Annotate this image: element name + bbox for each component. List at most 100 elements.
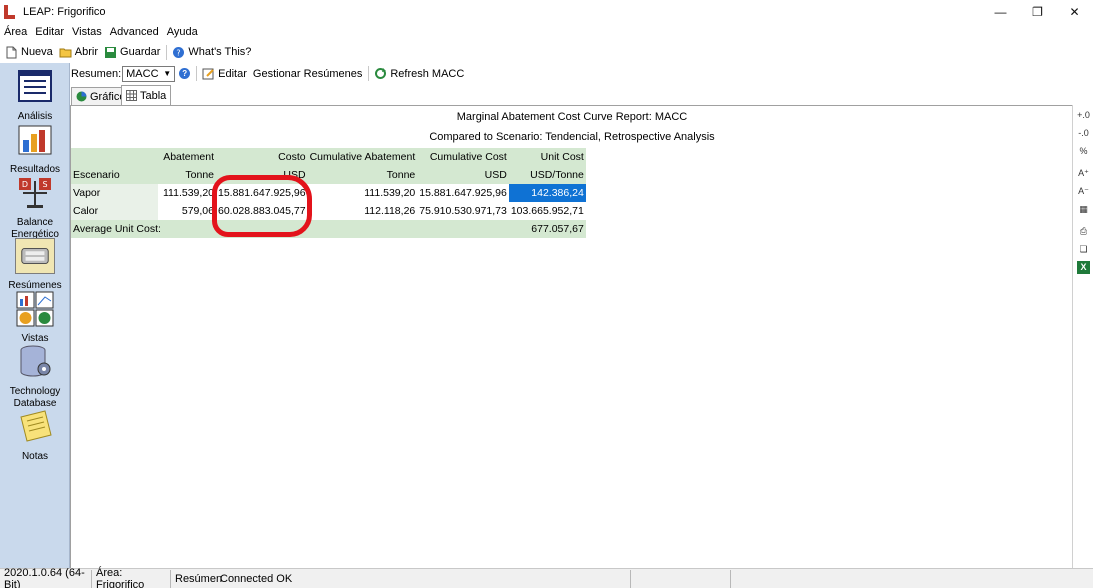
edit-button[interactable]: Editar (202, 67, 247, 80)
save-button-label: Guardar (120, 46, 161, 58)
refresh-icon (375, 68, 387, 79)
whats-this-button[interactable]: ? What's This? (172, 46, 251, 59)
analysis-icon (18, 70, 52, 102)
views-icon (16, 291, 54, 327)
excel-export-icon[interactable]: X (1077, 261, 1090, 274)
print-icon[interactable]: ⎙ (1077, 225, 1090, 238)
left-sidebar: Análisis Resultados DS Balance Energétic… (0, 63, 70, 568)
minimize-button[interactable]: — (982, 0, 1019, 23)
sidebar-item-analisis[interactable]: Análisis (0, 69, 70, 123)
new-button-label: Nueva (21, 46, 53, 58)
table-header-cell: USD (216, 166, 308, 184)
table-row[interactable]: Vapor 111.539,20 15.881.647.925,96 111.5… (71, 184, 586, 202)
summaries-icon (15, 238, 55, 274)
average-label: Average Unit Cost: (71, 220, 509, 238)
table-row[interactable]: Calor 579,06 60.028.883.045,77 112.118,2… (71, 202, 586, 220)
save-button[interactable]: Guardar (104, 46, 160, 59)
table-cell[interactable]: 103.665.952,71 (508, 202, 586, 220)
format-icon[interactable]: % (1077, 145, 1090, 158)
chart-pie-icon (76, 91, 87, 102)
resumen-select-value: MACC (126, 67, 159, 80)
table-header-cell: Abatement (158, 148, 216, 166)
tab-tabla[interactable]: Tabla (121, 85, 172, 105)
sidebar-item-resultados[interactable]: Resultados (0, 122, 70, 176)
summary-toolbar: Resumen: MACC ▼ ? Editar Gestionar Resúm… (70, 63, 1093, 84)
menu-area[interactable]: Área (4, 26, 27, 38)
resumen-select[interactable]: MACC ▼ (122, 65, 176, 82)
database-icon (20, 345, 51, 377)
sidebar-item-label: Technology Database (9, 386, 61, 409)
notes-icon (20, 410, 52, 442)
sidebar-item-balance[interactable]: DS Balance Energético (0, 175, 70, 241)
edit-button-label: Editar (218, 67, 247, 80)
macc-table: Abatement Costo Cumulative Abatement Cum… (71, 148, 586, 238)
increase-decimals-icon[interactable]: +.0 (1077, 109, 1090, 122)
table-header-cell: USD/Tonne (508, 166, 586, 184)
table-icon (126, 90, 137, 101)
table-cell[interactable]: Calor (71, 202, 158, 220)
toolbar-separator (166, 44, 168, 60)
table-cell[interactable]: 579,06 (158, 202, 216, 220)
copy-icon[interactable]: ❏ (1077, 243, 1090, 256)
status-version: 2020.1.0.64 (64-Bit) (0, 567, 92, 588)
title-bar: LEAP: Frigorifico — ❐ ✕ (0, 0, 1093, 23)
refresh-macc-button[interactable]: Refresh MACC (374, 67, 464, 80)
save-disk-icon (105, 46, 117, 58)
open-button[interactable]: Abrir (59, 46, 98, 59)
help-icon[interactable]: ? (179, 68, 191, 79)
sidebar-item-resumenes[interactable]: Resúmenes (0, 238, 70, 292)
table-cell[interactable]: 15.881.647.925,96 (216, 184, 308, 202)
report-title: Marginal Abatement Cost Curve Report: MA… (456, 111, 688, 123)
new-button[interactable]: Nueva (5, 46, 53, 59)
tab-label: Tabla (140, 89, 167, 102)
report-subtitle: Compared to Scenario: Tendencial, Retros… (429, 131, 715, 143)
table-cell[interactable]: 15.881.647.925,96 (417, 184, 509, 202)
font-smaller-icon[interactable]: A⁻ (1077, 185, 1090, 198)
status-view: Resúmen (175, 572, 223, 585)
report-panel: Marginal Abatement Cost Curve Report: MA… (70, 105, 1072, 568)
table-header-cell: Costo (216, 148, 308, 166)
table-cell[interactable]: 112.118,26 (307, 202, 418, 220)
close-button[interactable]: ✕ (1056, 0, 1093, 23)
main-toolbar: Nueva Abrir Guardar ? What's This? (0, 42, 1093, 62)
table-header-cell: Cumulative Cost (417, 148, 509, 166)
table-cell-selected[interactable]: 142.386,24 (508, 184, 586, 202)
whats-this-label: What's This? (188, 46, 252, 58)
edit-icon (202, 68, 214, 80)
table-cell[interactable]: 75.910.530.971,73 (417, 202, 509, 220)
sidebar-item-notas[interactable]: Notas (0, 409, 70, 463)
table-header-cell: Cumulative Abatement (307, 148, 418, 166)
font-larger-icon[interactable]: A⁺ (1077, 167, 1090, 180)
decrease-decimals-icon[interactable]: -.0 (1077, 127, 1090, 140)
toolbar-separator (196, 66, 198, 81)
menu-ayuda[interactable]: Ayuda (167, 26, 198, 38)
sidebar-item-vistas[interactable]: Vistas (0, 291, 70, 345)
table-header-row: Abatement Costo Cumulative Abatement Cum… (71, 148, 586, 166)
status-bar: 2020.1.0.64 (64-Bit) Área: Frigorifico R… (0, 567, 1093, 588)
table-cell[interactable]: 60.028.883.045,77 (216, 202, 308, 220)
table-header-cell: Escenario (71, 166, 158, 184)
open-button-label: Abrir (74, 46, 99, 58)
table-average-row: Average Unit Cost: 677.057,67 (71, 220, 586, 238)
table-header-cell: USD (417, 166, 509, 184)
sidebar-item-technology-database[interactable]: Technology Database (0, 344, 70, 410)
table-header-cell: Tonne (158, 166, 216, 184)
status-connection: Connected OK (216, 569, 631, 588)
manage-summaries-button[interactable]: Gestionar Resúmenes (253, 68, 362, 80)
menu-bar: Área Editar Vistas Advanced Ayuda (0, 23, 1093, 41)
table-cell[interactable]: Vapor (71, 184, 158, 202)
menu-editar[interactable]: Editar (35, 26, 64, 38)
table-cell[interactable]: 111.539,20 (158, 184, 216, 202)
toolbar-separator (368, 66, 370, 81)
table-cell[interactable]: 111.539,20 (307, 184, 418, 202)
menu-vistas[interactable]: Vistas (72, 26, 102, 38)
svg-text:S: S (42, 180, 47, 189)
menu-advanced[interactable]: Advanced (110, 26, 159, 38)
leap-logo-icon (3, 4, 17, 20)
chart-options-icon[interactable]: ▦ (1077, 203, 1090, 216)
svg-text:?: ? (177, 48, 181, 57)
sidebar-item-label: Notas (21, 451, 49, 462)
table-header-cell: Unit Cost (508, 148, 586, 166)
chevron-down-icon: ▼ (163, 69, 172, 78)
restore-button[interactable]: ❐ (1019, 0, 1056, 23)
